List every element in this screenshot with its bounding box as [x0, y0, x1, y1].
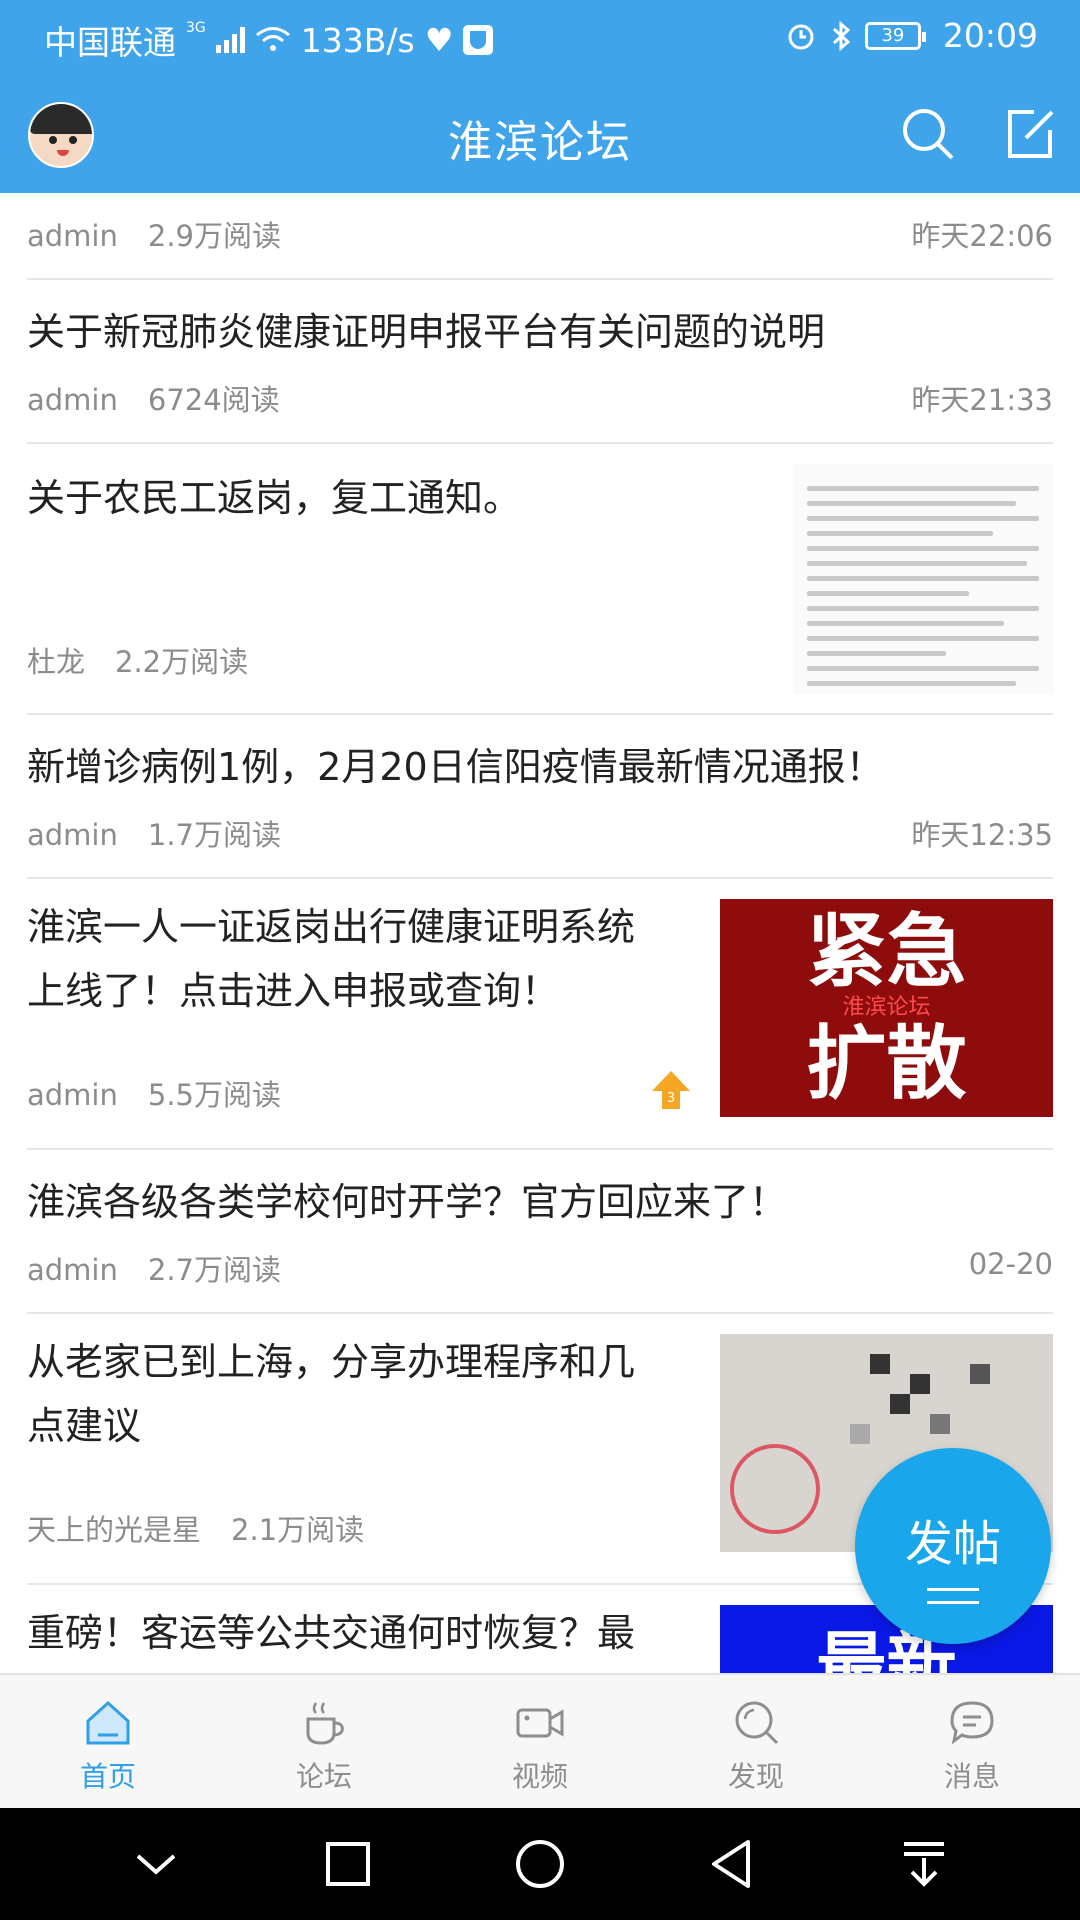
- recent-apps-icon[interactable]: [320, 1836, 376, 1892]
- post-reads: 1.7万阅读: [147, 818, 281, 852]
- post-reads: 5.5万阅读: [147, 1078, 281, 1112]
- upvote-count: 3: [667, 1091, 675, 1106]
- post-title-line2: 上线了！点击进入申报或查询！: [27, 969, 560, 1013]
- list-item[interactable]: 淮滨各级各类学校何时开学？官方回应来了！ admin 2.7万阅读 02-20: [27, 1150, 1053, 1314]
- post-thumbnail: 紧急 淮滨论坛 扩散: [720, 899, 1053, 1117]
- post-author: 天上的光是星: [27, 1513, 202, 1547]
- list-item[interactable]: admin 2.9万阅读 昨天22:06: [27, 193, 1053, 280]
- tab-label: 视频: [511, 1760, 568, 1793]
- list-item[interactable]: 新增诊病例1例，2月20日信阳疫情最新情况通报！ admin 1.7万阅读 昨天1…: [27, 715, 1053, 879]
- wifi-icon: [255, 27, 290, 51]
- thumbnail-text-bottom: 扩散: [806, 1017, 967, 1110]
- chevron-down-icon[interactable]: [128, 1836, 184, 1892]
- post-title: 关于农民工返岗，复工通知。: [27, 476, 522, 520]
- tab-forum[interactable]: 论坛: [216, 1675, 432, 1808]
- post-reads: 2.7万阅读: [147, 1253, 281, 1287]
- discover-icon: [735, 1701, 779, 1745]
- status-bar: 中国联通 3G 133B/s ♥ 39 20:09: [0, 0, 1080, 76]
- bluetooth-icon: [832, 20, 851, 51]
- post-author: admin: [27, 818, 118, 852]
- alarm-icon: [788, 24, 814, 49]
- tab-label: 首页: [79, 1760, 136, 1793]
- new-post-label: 发帖: [904, 1516, 1001, 1572]
- tab-label: 论坛: [295, 1760, 352, 1793]
- tab-messages[interactable]: 消息: [864, 1675, 1080, 1808]
- post-reads: 2.1万阅读: [231, 1513, 365, 1547]
- new-post-button[interactable]: 发帖: [855, 1448, 1051, 1644]
- menu-lines-icon: [927, 1588, 979, 1604]
- network-type: 3G: [186, 20, 206, 36]
- tab-discover[interactable]: 发现: [648, 1675, 864, 1808]
- shield-icon: [463, 25, 494, 55]
- home-icon: [86, 1700, 130, 1745]
- post-author: admin: [27, 1253, 118, 1287]
- thumbnail-text-top: 紧急: [806, 905, 967, 998]
- post-title: 关于新冠肺炎健康证明申报平台有关问题的说明: [27, 310, 826, 354]
- upvote-badge-icon: 3: [652, 1071, 690, 1109]
- battery-icon: 39: [864, 21, 926, 50]
- post-title: 淮滨各级各类学校何时开学？官方回应来了！: [27, 1180, 788, 1224]
- post-author: 杜龙: [27, 645, 86, 679]
- post-thumbnail: [793, 464, 1053, 694]
- post-reads: 6724阅读: [147, 383, 280, 417]
- bottom-nav: 首页 论坛 视频 发现 消息: [0, 1673, 1080, 1808]
- tab-video[interactable]: 视频: [432, 1675, 648, 1808]
- clock: 20:09: [942, 16, 1038, 55]
- post-title-line1: 从老家已到上海，分享办理程序和几: [27, 1340, 636, 1384]
- post-time: 02-20: [968, 1247, 1053, 1281]
- post-reads: 2.2万阅读: [115, 645, 249, 679]
- tab-home[interactable]: 首页: [0, 1675, 216, 1808]
- post-feed: admin 2.9万阅读 昨天22:06 关于新冠肺炎健康证明申报平台有关问题的说…: [0, 193, 1080, 1673]
- post-author: admin: [27, 383, 118, 417]
- post-author: admin: [27, 219, 118, 253]
- post-time: 昨天21:33: [911, 383, 1053, 417]
- title-bar: 淮滨论坛: [0, 76, 1080, 193]
- list-item[interactable]: 关于农民工返岗，复工通知。 杜龙 2.2万阅读: [27, 444, 1053, 715]
- post-title: 新增诊病例1例，2月20日信阳疫情最新情况通报！: [27, 745, 884, 789]
- cup-icon: [306, 1702, 344, 1745]
- carrier-label: 中国联通: [44, 23, 176, 62]
- tab-label: 发现: [727, 1760, 784, 1793]
- back-icon[interactable]: [704, 1836, 760, 1892]
- post-author: admin: [27, 1078, 118, 1112]
- post-time: 昨天12:35: [911, 818, 1053, 852]
- home-button-icon[interactable]: [512, 1836, 568, 1892]
- post-time: 昨天22:06: [911, 219, 1053, 253]
- list-item[interactable]: 关于新冠肺炎健康证明申报平台有关问题的说明 admin 6724阅读 昨天21:3…: [27, 280, 1053, 444]
- notification-pull-icon[interactable]: [896, 1836, 952, 1892]
- network-speed: 133B/s: [300, 20, 415, 60]
- app-header: 中国联通 3G 133B/s ♥ 39 20:09 淮滨论坛: [0, 0, 1080, 193]
- video-icon: [516, 1708, 564, 1738]
- post-title-line1: 淮滨一人一证返岗出行健康证明系统: [27, 905, 636, 949]
- post-reads: 2.9万阅读: [147, 219, 281, 253]
- post-title: 重磅！客运等公共交通何时恢复？最: [27, 1611, 636, 1655]
- health-icon: ♥: [424, 21, 454, 59]
- compose-icon[interactable]: [998, 102, 1062, 166]
- tab-label: 消息: [943, 1760, 1000, 1793]
- message-icon: [950, 1701, 994, 1745]
- search-icon[interactable]: [896, 102, 960, 166]
- signal-icon: [215, 27, 245, 53]
- list-item[interactable]: 淮滨一人一证返岗出行健康证明系统 上线了！点击进入申报或查询！ admin 5.5…: [27, 879, 1053, 1150]
- post-title-line2: 点建议: [27, 1404, 142, 1448]
- system-nav-bar: [0, 1808, 1080, 1920]
